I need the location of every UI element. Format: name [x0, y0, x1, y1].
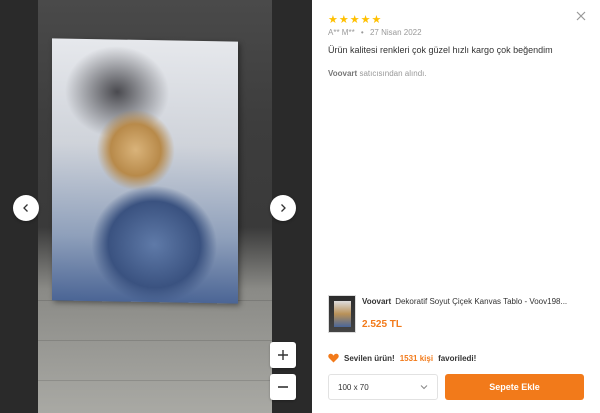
star-icon: ★ [371, 13, 382, 26]
product-title[interactable]: Voovart Dekoratif Soyut Çiçek Kanvas Tabl… [362, 297, 588, 306]
meta-separator: • [360, 28, 364, 37]
review-meta: A** M** • 27 Nisan 2022 [328, 28, 422, 37]
plus-icon [278, 350, 288, 360]
zoom-out-button[interactable] [270, 374, 296, 400]
product-thumbnail[interactable] [328, 295, 356, 333]
review-text: Ürün kalitesi renkleri çok güzel hızlı k… [328, 45, 553, 55]
favorite-info: Sevilen ürün! 1531 kişi favoriledi! [328, 353, 476, 363]
size-select[interactable]: 100 x 70 [328, 374, 438, 400]
zoom-in-button[interactable] [270, 342, 296, 368]
review-date: 27 Nisan 2022 [369, 28, 422, 37]
size-select-value: 100 x 70 [338, 382, 369, 392]
close-button[interactable] [574, 9, 588, 23]
rating-stars: ★ ★ ★ ★ ★ [328, 14, 381, 25]
minus-icon [278, 386, 288, 388]
add-to-cart-button[interactable]: Sepete Ekle [445, 374, 584, 400]
product-brand: Voovart [362, 297, 392, 306]
favorite-label: Sevilen ürün! [344, 353, 395, 363]
product-summary[interactable]: Voovart Dekoratif Soyut Çiçek Kanvas Tabl… [328, 295, 588, 335]
favorite-count: 1531 kişi [399, 353, 434, 363]
product-price: 2.525 TL [362, 319, 403, 330]
seller-info: Voovart satıcısından alındı. [328, 69, 427, 78]
star-icon: ★ [349, 13, 360, 26]
star-icon: ★ [338, 13, 349, 26]
seller-suffix: satıcısından alındı. [359, 69, 427, 78]
review-author: A** M** [328, 28, 355, 37]
review-photo [38, 0, 272, 413]
chevron-left-icon [23, 204, 28, 212]
next-image-button[interactable] [270, 195, 296, 221]
favorite-suffix: favoriledi! [438, 353, 477, 363]
product-name: Dekoratif Soyut Çiçek Kanvas Tablo - Voo… [395, 297, 568, 306]
heart-icon [328, 353, 339, 363]
close-icon [576, 11, 586, 21]
image-viewer [0, 0, 312, 413]
chevron-right-icon [281, 204, 286, 212]
star-icon: ★ [328, 13, 338, 26]
canvas-painting [52, 38, 238, 304]
star-icon: ★ [360, 13, 371, 26]
seller-name[interactable]: Voovart [328, 69, 357, 78]
chevron-down-icon [420, 385, 428, 390]
previous-image-button[interactable] [13, 195, 39, 221]
review-detail-panel: ★ ★ ★ ★ ★ A** M** • 27 Nisan 2022 Ürün k… [312, 0, 600, 413]
